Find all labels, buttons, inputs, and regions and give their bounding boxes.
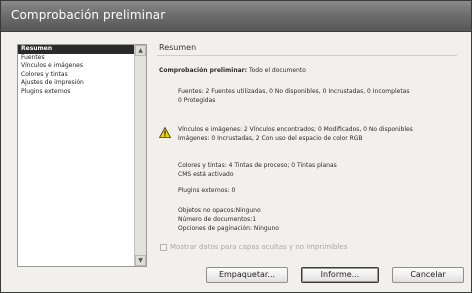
document-count: Número de documentos:1 <box>178 216 257 223</box>
show-hidden-layers-checkbox[interactable] <box>160 244 167 251</box>
preflight-label: Comprobación preliminar: <box>159 67 248 74</box>
fonts-protected: 0 Protegidas <box>178 97 216 104</box>
preflight-dialog: Comprobación preliminar Resumen Fuentes … <box>0 0 472 293</box>
fonts-summary: Fuentes: 2 Fuentes utilizadas, 0 No disp… <box>178 88 410 95</box>
scroll-down-arrow-icon[interactable]: ▼ <box>135 255 146 266</box>
list-scrollbar[interactable]: ▲ ▼ <box>134 45 146 266</box>
panel-divider <box>157 55 457 56</box>
warning-icon <box>159 127 171 138</box>
preflight-value: Todo el documento <box>248 67 306 74</box>
pagination-options: Opciones de paginación: Ninguno <box>178 225 279 232</box>
sidebar-item-plugins[interactable]: Plugins externos <box>18 88 134 97</box>
objects-opacity: Objetos no opacos:Ninguno <box>178 207 261 214</box>
category-list: Resumen Fuentes Vínculos e imágenes Colo… <box>17 44 147 267</box>
cancel-button[interactable]: Cancelar <box>392 267 464 283</box>
images-summary: Imágenes: 0 Incrustadas, 2 Con uso del e… <box>178 135 363 142</box>
preflight-scope: Comprobación preliminar: Todo el documen… <box>159 67 306 75</box>
report-button[interactable]: Informe... <box>301 267 379 283</box>
scroll-up-arrow-icon[interactable]: ▲ <box>135 45 146 56</box>
panel-title: Resumen <box>159 43 197 52</box>
sidebar-item-vinculos[interactable]: Vínculos e imágenes <box>18 62 134 71</box>
sidebar-item-ajustes[interactable]: Ajustes de impresión <box>18 79 134 88</box>
package-button[interactable]: Empaquetar... <box>206 267 288 283</box>
links-summary: Vínculos e imágenes: 2 Vínculos encontra… <box>178 126 413 133</box>
colors-summary: Colores y tintas: 4 Tintas de proceso; 0… <box>178 162 337 169</box>
sidebar-item-fuentes[interactable]: Fuentes <box>18 54 134 63</box>
title-bar[interactable]: Comprobación preliminar <box>1 1 471 32</box>
plugins-summary: Plugins externos: 0 <box>178 187 236 194</box>
sidebar-item-colores[interactable]: Colores y tintas <box>18 71 134 80</box>
sidebar-item-resumen[interactable]: Resumen <box>18 45 134 54</box>
cms-status: CMS está activado <box>178 171 234 178</box>
dialog-body: Resumen Fuentes Vínculos e imágenes Colo… <box>1 32 471 292</box>
category-list-items: Resumen Fuentes Vínculos e imágenes Colo… <box>18 45 134 96</box>
window-title: Comprobación preliminar <box>11 8 166 22</box>
show-hidden-layers-label: Mostrar datos para capas ocultas y no im… <box>170 243 348 251</box>
